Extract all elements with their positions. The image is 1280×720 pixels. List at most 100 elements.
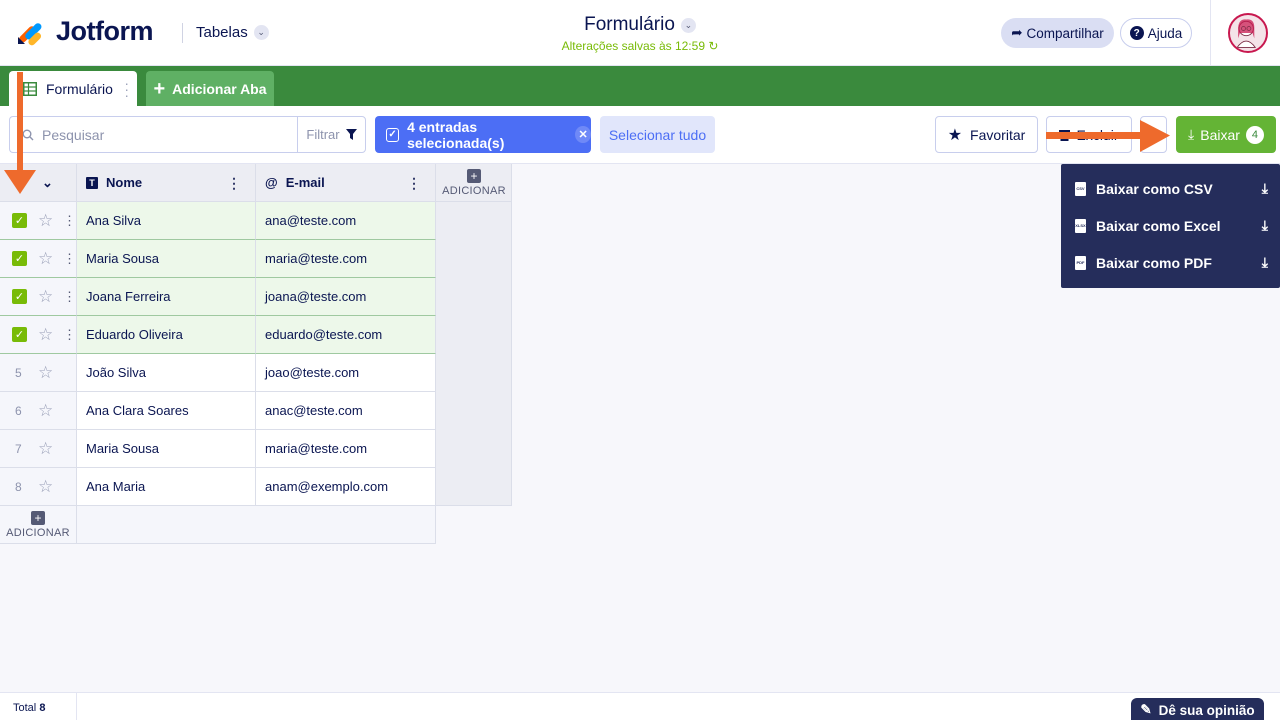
- row-options-icon[interactable]: ⋮: [63, 327, 76, 343]
- footer-divider: [76, 693, 77, 720]
- column-options-icon[interactable]: ⋮: [227, 176, 241, 190]
- download-button[interactable]: ⤓ Baixar 4: [1176, 116, 1276, 153]
- name-cell[interactable]: Joana Ferreira: [77, 278, 256, 316]
- row-options-icon[interactable]: ⋮: [63, 251, 76, 267]
- selected-entries-chip[interactable]: ✓ 4 entradas selecionada(s) ✕: [375, 116, 591, 153]
- star-icon[interactable]: ☆: [38, 211, 53, 231]
- download-label: Baixar: [1200, 126, 1240, 143]
- row-checkbox[interactable]: ✓: [12, 251, 27, 266]
- jotform-logo-icon: [18, 22, 42, 45]
- email-cell[interactable]: maria@teste.com: [256, 430, 436, 468]
- email-cell[interactable]: anac@teste.com: [256, 392, 436, 430]
- delete-label: Excluir: [1076, 126, 1119, 143]
- plus-icon: +: [31, 511, 45, 525]
- download-count-badge: 4: [1245, 125, 1264, 144]
- tab-options-icon[interactable]: · · ·: [124, 76, 129, 102]
- table-row[interactable]: 6 ☆ Ana Clara Soares anac@teste.com: [0, 392, 436, 430]
- add-column-button[interactable]: + ADICIONAR: [436, 164, 512, 202]
- delete-button[interactable]: Excluir: [1046, 116, 1132, 153]
- search-input[interactable]: Pesquisar: [9, 116, 297, 153]
- search-icon: [22, 129, 34, 140]
- total-label: Total: [13, 702, 37, 714]
- star-icon[interactable]: ☆: [38, 439, 53, 459]
- row-checkbox[interactable]: ✓: [12, 213, 27, 228]
- column-label: Nome: [106, 175, 143, 190]
- name-cell[interactable]: Ana Clara Soares: [77, 392, 256, 430]
- column-header-nome[interactable]: T Nome ⋮: [77, 164, 256, 202]
- name-cell[interactable]: Ana Silva: [77, 202, 256, 240]
- refresh-icon: ↻: [708, 39, 719, 53]
- csv-file-icon: CSV: [1075, 181, 1086, 196]
- download-excel-item[interactable]: XLSX Baixar como Excel ⤓: [1061, 207, 1280, 244]
- header-select-cell[interactable]: ⌄: [0, 164, 77, 202]
- row-checkbox[interactable]: ✓: [12, 327, 27, 342]
- column-options-icon[interactable]: ⋮: [407, 176, 421, 190]
- email-cell[interactable]: maria@teste.com: [256, 240, 436, 278]
- table-row[interactable]: 5 ☆ João Silva joao@teste.com: [0, 354, 436, 392]
- row-options-icon[interactable]: ⋮: [63, 289, 76, 305]
- favorite-button[interactable]: ★ Favoritar: [935, 116, 1038, 153]
- row-number: 8: [15, 479, 22, 494]
- table-row[interactable]: ✓ ⋮ ☆ Maria Sousa maria@teste.com: [0, 240, 436, 278]
- more-actions-button[interactable]: [1140, 116, 1167, 153]
- row-control-cell: ✓ ⋮ ☆: [0, 316, 77, 354]
- table-row[interactable]: 7 ☆ Maria Sousa maria@teste.com: [0, 430, 436, 468]
- add-tab-button[interactable]: + Adicionar Aba: [146, 71, 274, 106]
- user-avatar[interactable]: [1228, 13, 1268, 53]
- name-cell[interactable]: Ana Maria: [77, 468, 256, 506]
- column-header-email[interactable]: @ E-mail ⋮: [256, 164, 436, 202]
- share-button[interactable]: ➦ Compartilhar: [1001, 18, 1114, 48]
- row-options-icon[interactable]: ⋮: [63, 213, 76, 229]
- clear-selection-icon[interactable]: ✕: [575, 126, 591, 143]
- email-cell[interactable]: joao@teste.com: [256, 354, 436, 392]
- table-row[interactable]: ✓ ⋮ ☆ Joana Ferreira joana@teste.com: [0, 278, 436, 316]
- row-number: 6: [15, 403, 22, 418]
- star-icon[interactable]: ☆: [38, 363, 53, 383]
- page-title[interactable]: Formulário ⌄: [584, 14, 696, 36]
- star-icon[interactable]: ☆: [38, 477, 53, 497]
- tables-menu[interactable]: Tabelas ⌄: [196, 24, 269, 41]
- filter-button[interactable]: Filtrar: [297, 116, 366, 153]
- excel-file-icon: XLSX: [1075, 218, 1086, 233]
- title-block: Formulário ⌄ Alterações salvas às 12:59 …: [540, 14, 740, 53]
- jotform-logo[interactable]: Jotform: [16, 16, 154, 47]
- star-icon[interactable]: ☆: [38, 249, 53, 269]
- email-cell[interactable]: anam@exemplo.com: [256, 468, 436, 506]
- name-cell[interactable]: João Silva: [77, 354, 256, 392]
- select-all-button[interactable]: Selecionar tudo: [600, 116, 715, 153]
- chevron-down-icon[interactable]: ⌄: [42, 175, 53, 191]
- add-row-button[interactable]: + ADICIONAR: [0, 506, 77, 544]
- tab-formulario[interactable]: Formulário · · ·: [9, 71, 137, 106]
- star-icon[interactable]: ☆: [38, 401, 53, 421]
- name-cell[interactable]: Eduardo Oliveira: [77, 316, 256, 354]
- name-cell[interactable]: Maria Sousa: [77, 430, 256, 468]
- table-row[interactable]: ✓ ⋮ ☆ Eduardo Oliveira eduardo@teste.com: [0, 316, 436, 354]
- row-control-cell: 7 ☆: [0, 430, 77, 468]
- add-column-area: + ADICIONAR: [436, 164, 512, 506]
- star-icon[interactable]: ☆: [38, 287, 53, 307]
- filter-funnel-icon: [345, 129, 357, 140]
- row-control-cell: ✓ ⋮ ☆: [0, 278, 77, 316]
- row-control-cell: 8 ☆: [0, 468, 77, 506]
- help-button[interactable]: ? Ajuda: [1120, 18, 1192, 48]
- plus-icon: +: [153, 77, 166, 100]
- star-icon[interactable]: ☆: [38, 325, 53, 345]
- download-csv-item[interactable]: CSV Baixar como CSV ⤓: [1061, 170, 1280, 207]
- email-cell[interactable]: eduardo@teste.com: [256, 316, 436, 354]
- row-control-cell: ✓ ⋮ ☆: [0, 240, 77, 278]
- email-cell[interactable]: ana@teste.com: [256, 202, 436, 240]
- email-cell[interactable]: joana@teste.com: [256, 278, 436, 316]
- download-pdf-item[interactable]: PDF Baixar como PDF ⤓: [1061, 244, 1280, 281]
- feedback-button[interactable]: ✎ Dê sua opinião: [1131, 698, 1264, 720]
- row-checkbox[interactable]: ✓: [12, 289, 27, 304]
- star-icon: ★: [947, 126, 963, 144]
- menu-item-label: Baixar como Excel: [1096, 217, 1221, 234]
- tab-bar: Formulário · · · + Adicionar Aba: [0, 66, 1280, 106]
- select-all-label: Selecionar tudo: [608, 126, 707, 143]
- favorite-label: Favoritar: [970, 126, 1026, 143]
- table-row[interactable]: ✓ ⋮ ☆ Ana Silva ana@teste.com: [0, 202, 436, 240]
- toolbar: Pesquisar Filtrar ✓ 4 entradas seleciona…: [0, 106, 1280, 164]
- at-sign-icon: @: [265, 175, 278, 190]
- table-row[interactable]: 8 ☆ Ana Maria anam@exemplo.com: [0, 468, 436, 506]
- name-cell[interactable]: Maria Sousa: [77, 240, 256, 278]
